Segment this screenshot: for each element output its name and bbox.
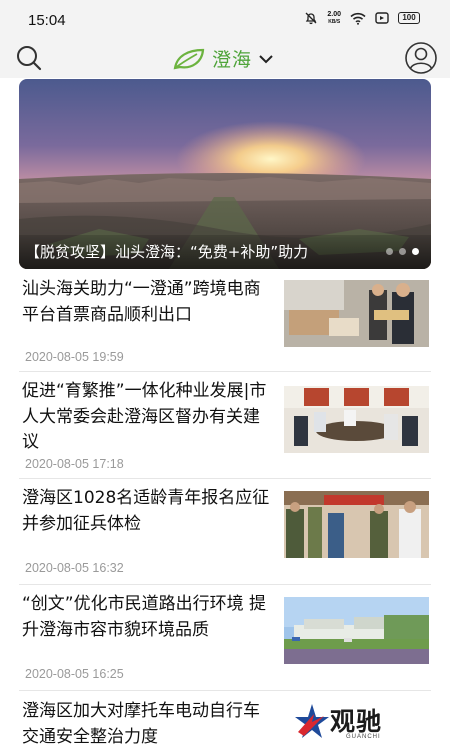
carousel-dot[interactable]	[399, 248, 406, 255]
chevron-down-icon	[259, 54, 273, 63]
watermark-subtext: GUANCHI	[346, 734, 381, 740]
news-title: 促进“育繁推”一体化种业发展|市人大常委会赴澄海区督办有关建议	[22, 381, 267, 452]
news-date: 2020-08-05 19:59	[25, 350, 124, 364]
news-title: 汕头海关助力“一澄通”跨境电商平台首票商品顺利出口	[22, 279, 261, 325]
news-title: “创文”优化市民道路出行环境 提升澄海市容市貌环境品质	[22, 594, 267, 640]
news-item[interactable]: 促进“育繁推”一体化种业发展|市人大常委会赴澄海区督办有关建议 2020-08-…	[19, 375, 431, 479]
banner-title: 【脱贫攻坚】汕头澄海：“免费+补助”助力	[25, 243, 309, 261]
news-thumbnail	[284, 386, 429, 453]
profile-button[interactable]	[404, 41, 438, 75]
carousel-dots	[386, 248, 419, 255]
watermark-logo: 观驰 GUANCHI	[294, 698, 414, 748]
news-thumbnail	[284, 597, 429, 664]
search-icon	[17, 46, 42, 71]
carousel-dot[interactable]	[386, 248, 393, 255]
banner-carousel[interactable]: 【脱贫攻坚】汕头澄海：“免费+补助”助力	[19, 79, 431, 269]
news-title: 澄海区加大对摩托车电动自行车交通安全整治力度	[22, 701, 260, 747]
news-title: 澄海区1028名适龄青年报名应征并参加征兵体检	[22, 488, 270, 534]
news-date: 2020-08-05 16:32	[25, 561, 124, 575]
app-header: 澄海	[0, 40, 450, 78]
sim-icon	[375, 12, 389, 24]
star-logo-icon	[295, 704, 329, 738]
battery-icon: 100	[398, 12, 420, 24]
news-item[interactable]: 澄海区1028名适龄青年报名应征并参加征兵体检 2020-08-05 16:32	[19, 481, 431, 585]
status-bar: 15:04 2.00 KB/S 100	[0, 0, 450, 40]
user-profile-icon	[405, 42, 437, 74]
region-selector[interactable]: 澄海	[172, 45, 274, 72]
region-label: 澄海	[212, 49, 253, 71]
news-date: 2020-08-05 17:18	[25, 457, 124, 471]
watermark-text: 观驰	[330, 707, 383, 736]
net-speed-value: 2.00	[327, 11, 341, 18]
carousel-dot-active[interactable]	[412, 248, 419, 255]
net-speed: 2.00 KB/S	[327, 11, 341, 25]
news-thumbnail	[284, 280, 429, 347]
wifi-icon	[350, 12, 366, 25]
leaf-logo-icon	[173, 48, 205, 69]
search-button[interactable]	[14, 43, 44, 73]
status-icons: 2.00 KB/S 100	[304, 11, 420, 25]
mute-bell-icon	[305, 12, 317, 25]
news-item[interactable]: “创文”优化市民道路出行环境 提升澄海市容市貌环境品质 2020-08-05 1…	[19, 587, 431, 691]
status-time: 15:04	[28, 12, 66, 29]
news-thumbnail	[284, 491, 429, 558]
net-speed-unit: KB/S	[328, 19, 341, 25]
news-item[interactable]: 汕头海关助力“一澄通”跨境电商平台首票商品顺利出口 2020-08-05 19:…	[19, 277, 431, 372]
news-date: 2020-08-05 16:25	[25, 667, 124, 681]
